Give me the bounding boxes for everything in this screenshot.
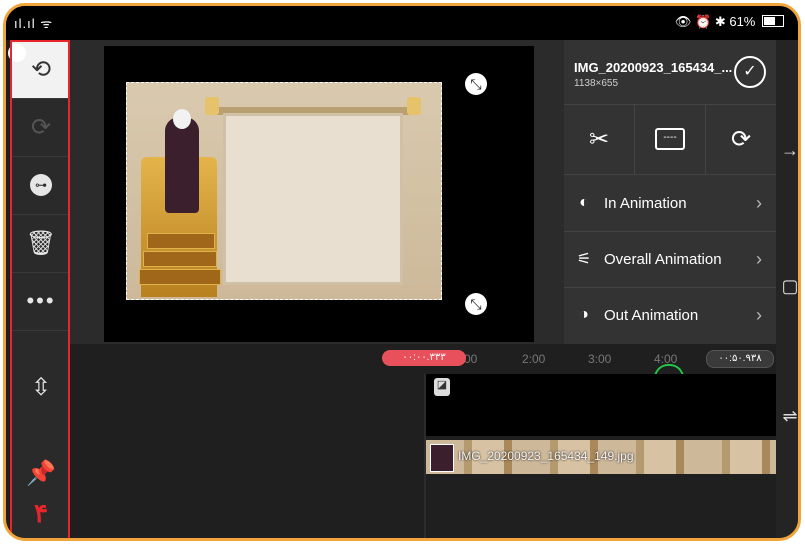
forward-arrow-icon[interactable]: → (776, 140, 798, 161)
preview-area: ⤡ ⤡ (70, 40, 564, 344)
redo-button[interactable]: ⟳ (12, 98, 70, 157)
crop-button[interactable]: ---- (635, 104, 706, 174)
trash-icon: 🗑 (25, 229, 57, 257)
media-header: IMG_20200923_165434_... 1138×655 ✓ (564, 40, 776, 105)
left-toolbar: ⟲ ⟳ ⊶ 🗑 ••• ⇳ 📌 ۴ (8, 40, 70, 538)
timeline-ruler: 00 2:00 3:00 4:00 ۰۰:۰۰.۳۳۳ ۰۰:۵۰.۹۳۸ (70, 344, 776, 378)
image-clip[interactable]: IMG_20200923_165434_149.jpg (426, 440, 776, 474)
media-title: IMG_20200923_165434_... (574, 60, 733, 75)
overall-animation-icon: ⚟ (576, 251, 592, 268)
out-animation-label: Out Animation (604, 306, 699, 324)
ruler-tick: 2:00 (522, 352, 546, 366)
split-tracks-button[interactable]: ⇳ (12, 358, 70, 416)
check-icon: ✓ (743, 63, 757, 80)
clip-thumbnail (430, 444, 454, 472)
out-animation-row[interactable]: ◑ Out Animation › (564, 287, 776, 343)
status-right-group: 👁 ⏰ ✱ 61% (675, 14, 784, 30)
wall-lamp-left (205, 97, 219, 115)
overall-animation-row[interactable]: ⚟ Overall Animation › (564, 231, 776, 288)
in-animation-label: In Animation (604, 194, 687, 212)
in-animation-row[interactable]: ◐ In Animation › (564, 175, 776, 232)
pulpit-step (147, 233, 215, 249)
media-resolution: 1138×655 (574, 78, 619, 89)
more-icon: ••• (26, 288, 56, 313)
aspect-ratio-icon[interactable]: ▢ (776, 276, 798, 297)
wall-lamp-right (407, 97, 421, 115)
rotate-device-icon: ⟳ (730, 125, 752, 153)
chevron-right-icon: › (756, 192, 762, 213)
overlay-track[interactable]: ◪ (426, 374, 776, 436)
battery-percent: 61% (729, 14, 756, 29)
more-button[interactable]: ••• (12, 272, 70, 331)
pin-icon: 📌 (26, 459, 56, 487)
image-layer[interactable] (126, 82, 442, 300)
rotate-handle[interactable]: ⤡ (465, 73, 487, 95)
chevron-right-icon: › (756, 248, 762, 269)
pulpit-step (139, 269, 221, 285)
right-sidebar: → ▢ ⇌ (776, 40, 798, 538)
status-bar: ıl.ıl ᯤ 👁 ⏰ ✱ 61% (6, 6, 798, 40)
status-icons: 👁 ⏰ ✱ (674, 14, 726, 29)
ruler-tick: 00 (464, 352, 478, 366)
touch-indicator (8, 44, 26, 62)
chevron-right-icon: › (756, 304, 762, 325)
in-animation-icon: ◐ (579, 194, 589, 211)
out-animation-icon: ◑ (579, 306, 589, 323)
signal-wifi-icons: ıl.ıl ᯤ (14, 16, 54, 31)
crop-icon: ---- (655, 128, 685, 150)
redo-icon: ⟳ (30, 113, 52, 141)
resize-handle[interactable]: ⤡ (465, 293, 487, 315)
overall-animation-label: Overall Animation (604, 250, 722, 268)
battery-icon (762, 15, 784, 27)
resize-handle-icon: ⤡ (470, 296, 482, 312)
track-layer-icon: ◪ (434, 378, 450, 396)
keyframe-button[interactable]: ⊶ (12, 156, 70, 215)
cut-button[interactable]: ✂ (564, 104, 635, 174)
current-time-badge: ۰۰:۰۰.۳۳۳ (382, 350, 466, 366)
undo-icon: ⟲ (30, 55, 52, 83)
pin-button[interactable]: 📌 (12, 444, 70, 502)
timeline: 00 2:00 3:00 4:00 ۰۰:۰۰.۳۳۳ ۰۰:۵۰.۹۳۸ ◪ … (70, 344, 776, 538)
split-icon: ⇳ (30, 373, 52, 401)
clip-label: IMG_20200923_165434_149.jpg (458, 449, 634, 463)
confirm-button[interactable]: ✓ (734, 56, 766, 88)
person-head (173, 109, 191, 129)
rotate-button[interactable]: ⟳ (706, 104, 776, 174)
projection-screen (223, 113, 403, 285)
layer-options-panel: IMG_20200923_165434_... 1138×655 ✓ ✂ ---… (564, 40, 776, 344)
pulpit-step (143, 251, 217, 267)
total-time-badge: ۰۰:۵۰.۹۳۸ (706, 350, 774, 368)
rotate-handle-icon: ⤡ (470, 76, 482, 92)
delete-button[interactable]: 🗑 (12, 214, 70, 273)
key-icon: ⊶ (30, 174, 52, 196)
seated-person (165, 117, 199, 213)
swap-icon[interactable]: ⇌ (776, 406, 798, 427)
scissors-icon: ✂ (588, 125, 610, 153)
action-row: ✂ ---- ⟳ (564, 104, 776, 175)
annotation-number: ۴ (34, 498, 48, 528)
ruler-tick: 3:00 (588, 352, 612, 366)
tablet-frame: ıl.ıl ᯤ 👁 ⏰ ✱ 61% ⟲ ⟳ ⊶ 🗑 ••• ⇳ 📌 ۴ ⤡ ⤡ … (3, 3, 801, 541)
